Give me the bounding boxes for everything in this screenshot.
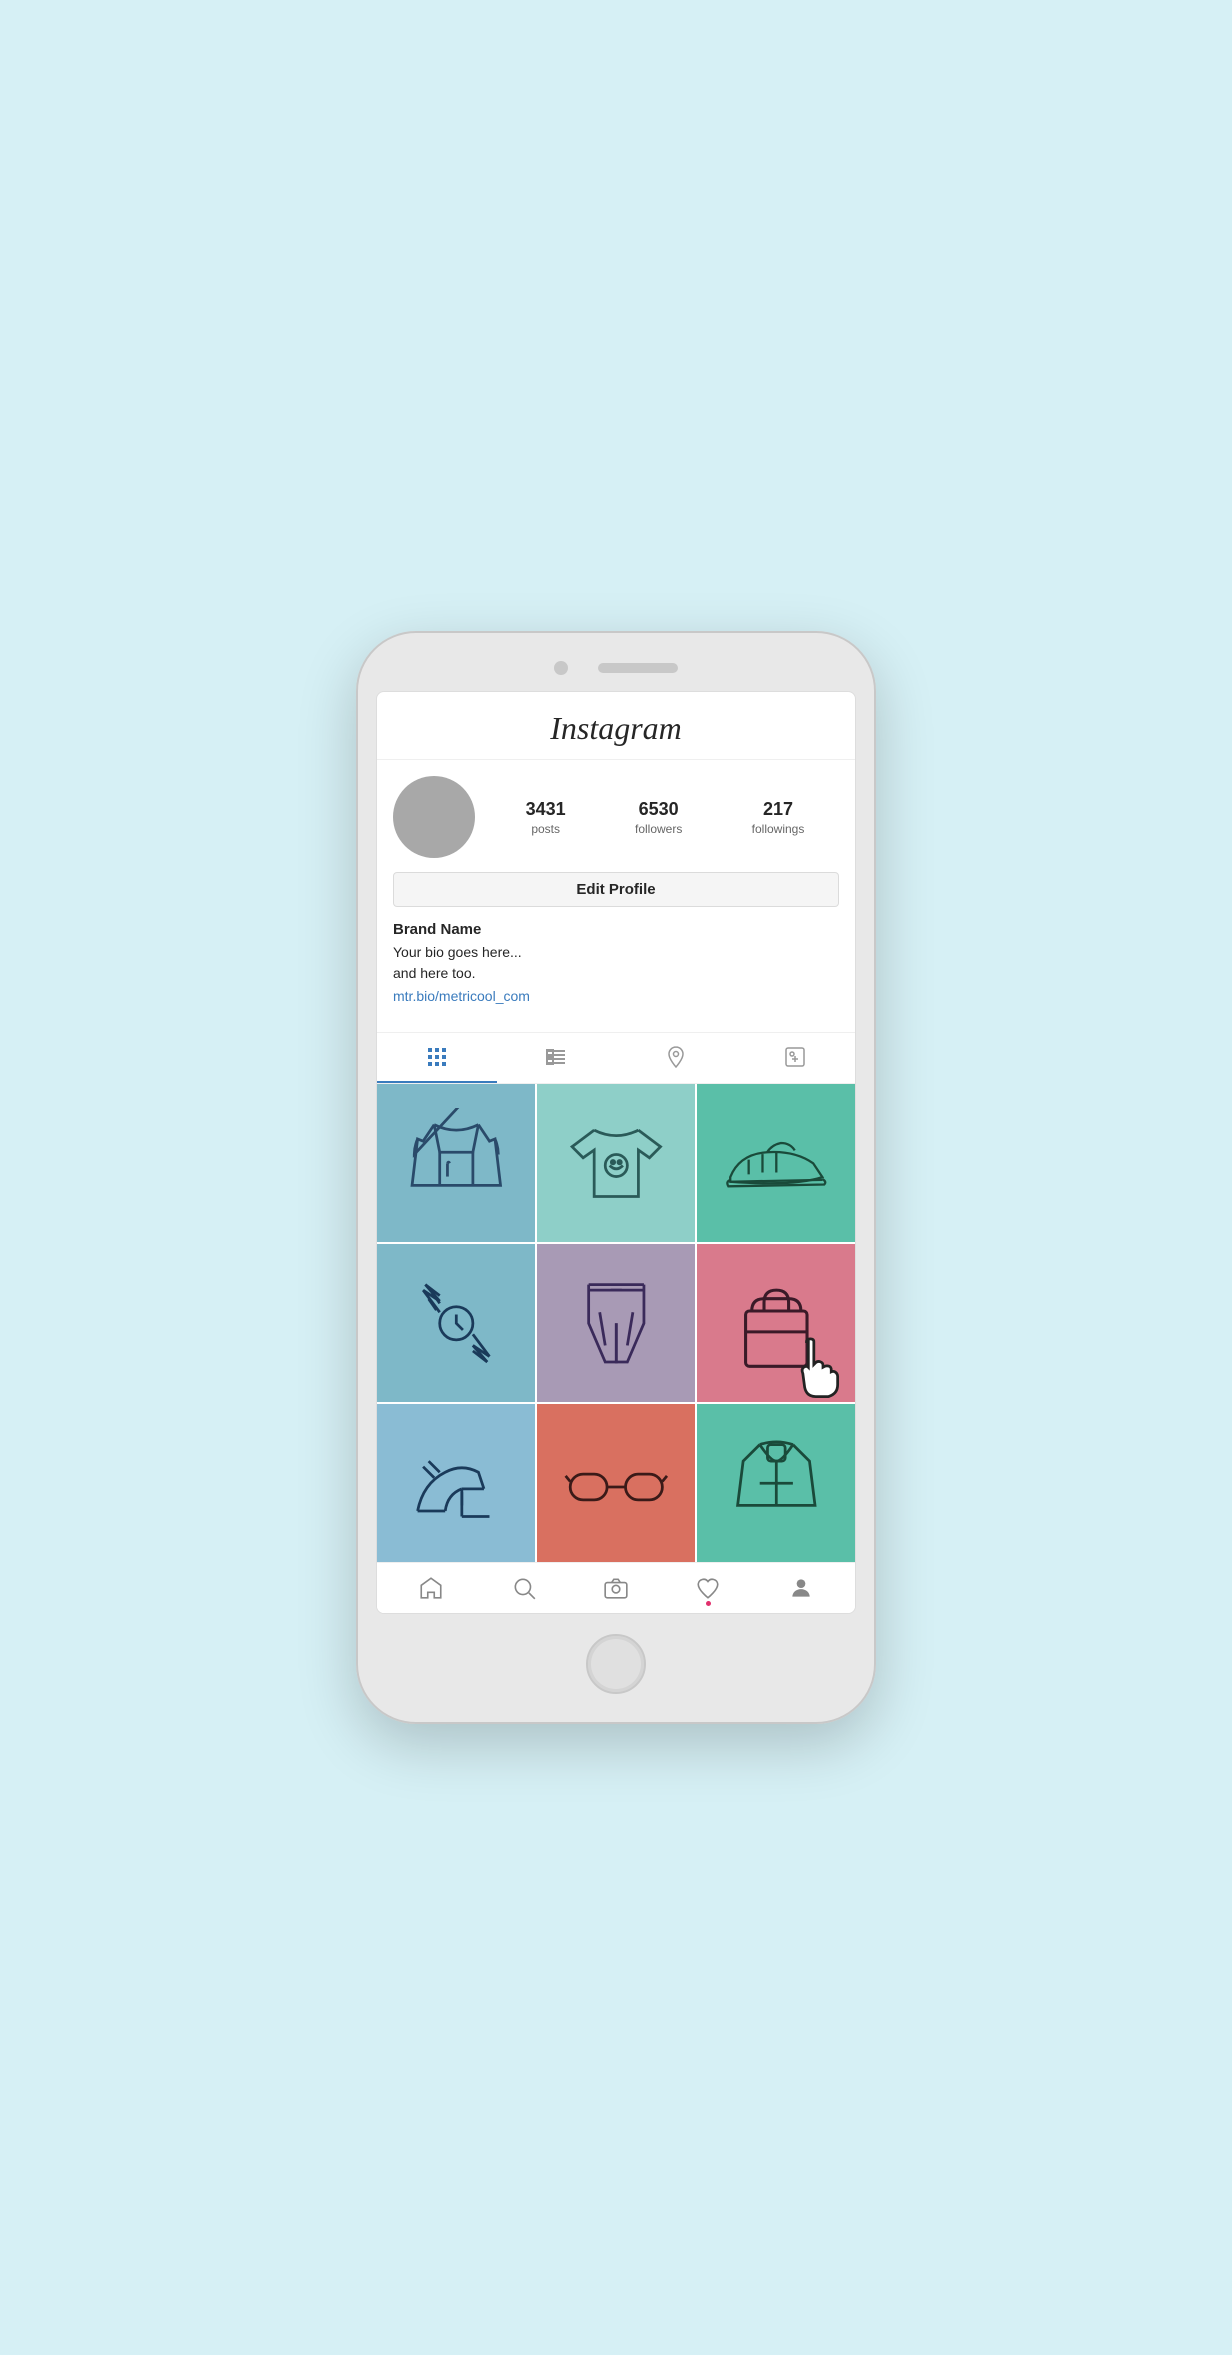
nav-profile[interactable]	[788, 1575, 814, 1601]
posts-label: posts	[531, 822, 560, 836]
grid-item-sunglasses[interactable]	[537, 1404, 695, 1562]
bio-link[interactable]: mtr.bio/metricool_com	[393, 988, 839, 1004]
phone-top-bar	[376, 661, 856, 675]
search-icon	[511, 1575, 537, 1601]
phone-frame: Instagram 3431 posts 6530 followers 217	[356, 631, 876, 1724]
brand-name: Brand Name	[393, 921, 839, 938]
bio-section: Brand Name Your bio goes here... and her…	[393, 921, 839, 1004]
posts-count: 3431	[526, 799, 566, 820]
tagged-icon	[783, 1045, 807, 1069]
watch-icon	[401, 1268, 512, 1379]
following-count: 217	[763, 799, 793, 820]
grid-icon	[425, 1045, 449, 1069]
phone-bottom-bar	[376, 1634, 856, 1694]
profile-top: 3431 posts 6530 followers 217 followings	[393, 776, 839, 858]
list-icon	[544, 1045, 568, 1069]
posts-stat: 3431 posts	[526, 799, 566, 836]
tab-tagged[interactable]	[736, 1033, 856, 1083]
followers-stat: 6530 followers	[635, 799, 682, 836]
heels-icon	[401, 1428, 512, 1539]
app-header: Instagram	[377, 692, 855, 760]
grid-item-pants[interactable]	[537, 1244, 695, 1402]
heart-icon	[695, 1575, 721, 1601]
camera-icon	[603, 1575, 629, 1601]
view-tabs	[377, 1032, 855, 1084]
nav-activity[interactable]	[695, 1575, 721, 1601]
sneaker-icon	[721, 1108, 832, 1219]
notification-dot	[706, 1601, 711, 1606]
app-title: Instagram	[393, 710, 839, 747]
following-stat: 217 followings	[752, 799, 805, 836]
grid-item-heels[interactable]	[377, 1404, 535, 1562]
nav-home[interactable]	[418, 1575, 444, 1601]
pants-icon	[561, 1268, 672, 1379]
profile-icon	[788, 1575, 814, 1601]
location-icon	[664, 1045, 688, 1069]
tab-grid[interactable]	[377, 1033, 497, 1083]
sunglasses-icon	[561, 1428, 672, 1539]
home-button[interactable]	[586, 1634, 646, 1694]
tshirt-icon	[561, 1108, 672, 1219]
nav-camera[interactable]	[603, 1575, 629, 1601]
grid-item-hoodie[interactable]	[697, 1404, 855, 1562]
profile-section: 3431 posts 6530 followers 217 followings…	[377, 760, 855, 1024]
grid-item-watch[interactable]	[377, 1244, 535, 1402]
tab-location[interactable]	[616, 1033, 736, 1083]
following-label: followings	[752, 822, 805, 836]
photo-grid	[377, 1084, 855, 1562]
nav-search[interactable]	[511, 1575, 537, 1601]
phone-screen: Instagram 3431 posts 6530 followers 217	[376, 691, 856, 1614]
hoodie-icon	[721, 1428, 832, 1539]
jacket-icon	[401, 1108, 512, 1219]
front-camera	[554, 661, 568, 675]
bottom-navigation	[377, 1562, 855, 1613]
tab-list[interactable]	[497, 1033, 617, 1083]
avatar	[393, 776, 475, 858]
grid-item-jacket[interactable]	[377, 1084, 535, 1242]
home-icon	[418, 1575, 444, 1601]
grid-item-sneaker[interactable]	[697, 1084, 855, 1242]
profile-stats: 3431 posts 6530 followers 217 followings	[491, 799, 839, 836]
bio-text: Your bio goes here... and here too.	[393, 942, 839, 984]
speaker-grille	[598, 663, 678, 673]
followers-count: 6530	[639, 799, 679, 820]
bag-icon	[721, 1268, 832, 1379]
edit-profile-button[interactable]: Edit Profile	[393, 872, 839, 907]
followers-label: followers	[635, 822, 682, 836]
grid-item-tshirt[interactable]	[537, 1084, 695, 1242]
grid-item-bag[interactable]	[697, 1244, 855, 1402]
